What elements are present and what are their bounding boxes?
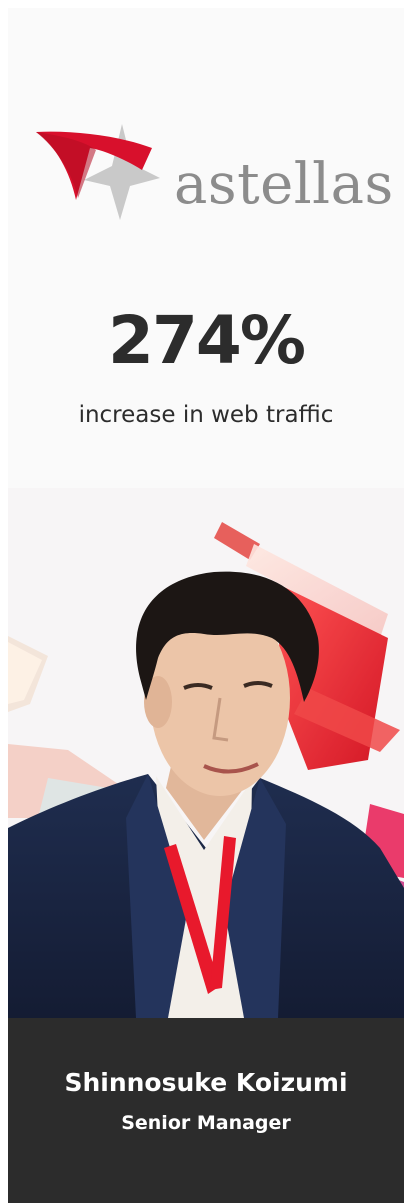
- logo-wordmark: astellas: [174, 152, 394, 217]
- person-title: Senior Manager: [121, 1112, 291, 1134]
- person-name: Shinnosuke Koizumi: [64, 1068, 348, 1097]
- stat-value: 274%: [108, 302, 306, 379]
- profile-photo: [8, 488, 404, 1018]
- stat-description: increase in web traffic: [78, 402, 334, 428]
- testimonial-card: astellas 274% increase in web traffic Sh…: [8, 8, 404, 1203]
- star-swoosh-icon: [36, 124, 160, 220]
- astellas-logo: astellas: [34, 120, 393, 224]
- portrait-illustration: [8, 488, 404, 1018]
- profile-caption: Shinnosuke Koizumi Senior Manager: [8, 1018, 404, 1203]
